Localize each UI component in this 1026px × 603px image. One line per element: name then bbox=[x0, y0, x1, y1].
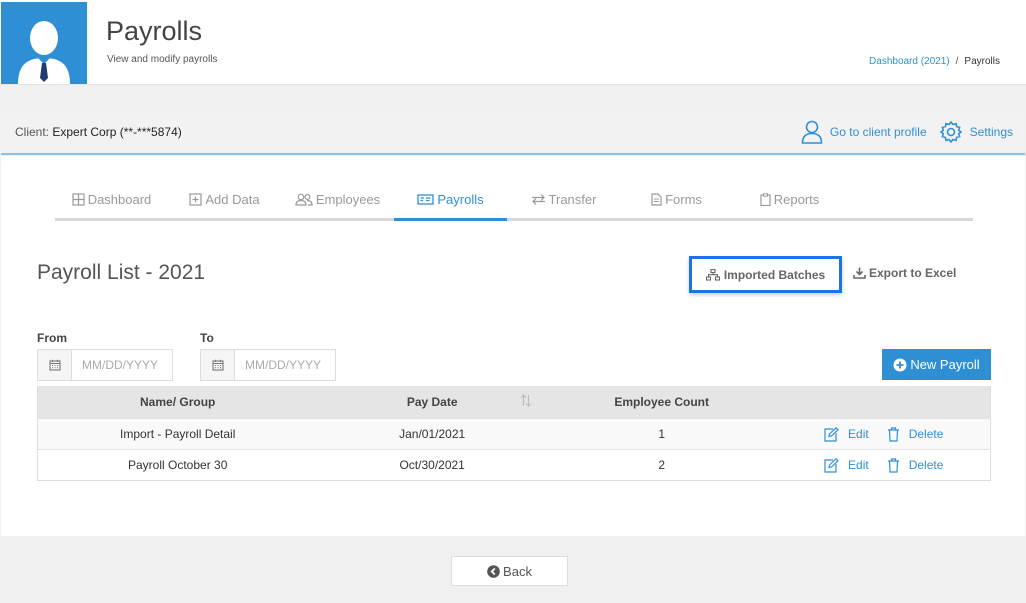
from-date-group bbox=[37, 349, 173, 381]
tab-employees-label: Employees bbox=[315, 192, 381, 207]
arrow-left-circle-icon bbox=[487, 564, 500, 578]
trash-icon bbox=[887, 426, 899, 442]
to-label: To bbox=[200, 331, 214, 345]
client-info: Client: Expert Corp (**-***5874) bbox=[15, 125, 182, 139]
back-label: Back bbox=[503, 563, 532, 579]
tab-payrolls[interactable]: Payrolls bbox=[394, 184, 507, 221]
tab-transfer-label: Transfer bbox=[548, 192, 597, 207]
page-subtitle: View and modify payrolls bbox=[107, 54, 218, 65]
edit-label: Edit bbox=[848, 427, 869, 441]
cell-pay-date: Oct/30/2021 bbox=[399, 458, 465, 472]
from-label: From bbox=[37, 331, 67, 345]
table-header: Name/ Group Pay Date Employee Count bbox=[38, 386, 990, 418]
edit-icon bbox=[824, 426, 839, 442]
delete-button[interactable]: Delete bbox=[887, 426, 944, 442]
header-pay-date[interactable]: Pay Date bbox=[317, 394, 547, 409]
export-to-excel-button[interactable]: Export to Excel bbox=[853, 266, 956, 280]
breadcrumb: Dashboard (2021) / Payrolls bbox=[869, 56, 1000, 67]
tab-add-data[interactable]: Add Data bbox=[168, 184, 281, 218]
cell-employee-count: 1 bbox=[658, 427, 666, 441]
breadcrumb-dashboard-link[interactable]: Dashboard (2021) bbox=[869, 56, 950, 67]
transfer-icon bbox=[531, 194, 545, 205]
to-calendar-button[interactable] bbox=[201, 350, 235, 380]
client-label: Client: bbox=[15, 125, 50, 139]
table-row: Import - Payroll Detail Jan/01/2021 1 Ed… bbox=[38, 418, 990, 449]
user-avatar-icon bbox=[18, 21, 70, 84]
client-name: Expert Corp (**-***5874) bbox=[52, 125, 182, 139]
delete-button[interactable]: Delete bbox=[887, 457, 944, 473]
tab-reports[interactable]: Reports bbox=[733, 184, 846, 218]
payroll-list-title: Payroll List - 2021 bbox=[37, 261, 206, 284]
header-employee-count[interactable]: Employee Count bbox=[547, 395, 777, 409]
payroll-table: Name/ Group Pay Date Employee Count Impo… bbox=[37, 386, 991, 481]
settings-label: Settings bbox=[969, 125, 1013, 139]
settings-link[interactable]: Settings bbox=[939, 120, 1013, 144]
edit-label: Edit bbox=[848, 458, 869, 472]
breadcrumb-current: Payrolls bbox=[964, 56, 1000, 67]
plus-square-icon bbox=[189, 193, 202, 206]
client-profile-label: Go to client profile bbox=[829, 125, 927, 139]
cell-pay-date: Jan/01/2021 bbox=[399, 427, 466, 441]
cell-name: Import - Payroll Detail bbox=[120, 427, 236, 441]
tab-dashboard-label: Dashboard bbox=[87, 192, 152, 207]
client-bar: Client: Expert Corp (**-***5874) Go to c… bbox=[1, 111, 1025, 155]
new-payroll-button[interactable]: New Payroll bbox=[882, 349, 991, 380]
tab-transfer[interactable]: Transfer bbox=[507, 184, 620, 218]
download-icon bbox=[853, 267, 866, 279]
go-to-client-profile-link[interactable]: Go to client profile bbox=[801, 120, 927, 144]
breadcrumb-separator: / bbox=[955, 56, 959, 67]
tab-forms-label: Forms bbox=[665, 192, 702, 207]
page-title: Payrolls bbox=[106, 16, 203, 46]
tab-bar: Dashboard Add Data Employees Payrolls Tr… bbox=[55, 184, 973, 221]
export-to-excel-label: Export to Excel bbox=[869, 266, 957, 280]
to-date-input[interactable] bbox=[235, 350, 335, 380]
client-actions: Go to client profile Settings bbox=[789, 120, 1013, 144]
imported-batches-label: Imported Batches bbox=[723, 267, 826, 282]
from-calendar-button[interactable] bbox=[38, 350, 72, 380]
tab-dashboard[interactable]: Dashboard bbox=[55, 184, 168, 218]
calendar-icon bbox=[211, 359, 224, 371]
page-header: Payrolls View and modify payrolls Dashbo… bbox=[0, 0, 1026, 85]
edit-button[interactable]: Edit bbox=[823, 426, 869, 442]
to-date-group bbox=[200, 349, 336, 381]
document-icon bbox=[651, 193, 662, 206]
header-pay-date-label: Pay Date bbox=[406, 395, 458, 409]
main-panel: Dashboard Add Data Employees Payrolls Tr… bbox=[1, 156, 1025, 536]
users-icon bbox=[295, 193, 313, 206]
back-button[interactable]: Back bbox=[451, 556, 568, 586]
table-row: Payroll October 30 Oct/30/2021 2 Edit De… bbox=[38, 449, 990, 480]
header-name-group[interactable]: Name/ Group bbox=[38, 395, 317, 409]
new-payroll-label: New Payroll bbox=[910, 357, 980, 372]
tab-employees[interactable]: Employees bbox=[281, 184, 394, 218]
cell-actions: Edit Delete bbox=[776, 426, 990, 442]
delete-label: Delete bbox=[908, 458, 944, 472]
avatar bbox=[1, 2, 87, 84]
tab-add-data-label: Add Data bbox=[205, 192, 260, 207]
trash-icon bbox=[887, 457, 899, 473]
tab-reports-label: Reports bbox=[773, 192, 820, 207]
delete-label: Delete bbox=[908, 427, 944, 441]
cell-name: Payroll October 30 bbox=[128, 458, 228, 472]
from-date-input[interactable] bbox=[72, 350, 172, 380]
imported-batches-button[interactable]: Imported Batches bbox=[689, 256, 842, 293]
clipboard-icon bbox=[760, 193, 771, 206]
cell-actions: Edit Delete bbox=[776, 457, 990, 473]
edit-button[interactable]: Edit bbox=[823, 457, 869, 473]
tab-forms[interactable]: Forms bbox=[620, 184, 733, 218]
calendar-icon bbox=[48, 359, 61, 371]
cell-employee-count: 2 bbox=[658, 458, 666, 472]
gear-icon bbox=[939, 120, 962, 144]
grid-icon bbox=[72, 193, 85, 206]
edit-icon bbox=[824, 457, 839, 473]
payroll-icon bbox=[417, 194, 435, 205]
user-outline-icon bbox=[801, 120, 823, 144]
sitemap-icon bbox=[705, 268, 720, 281]
plus-circle-icon bbox=[893, 358, 907, 371]
sort-icon[interactable] bbox=[520, 394, 532, 407]
tab-payrolls-label: Payrolls bbox=[437, 192, 484, 207]
